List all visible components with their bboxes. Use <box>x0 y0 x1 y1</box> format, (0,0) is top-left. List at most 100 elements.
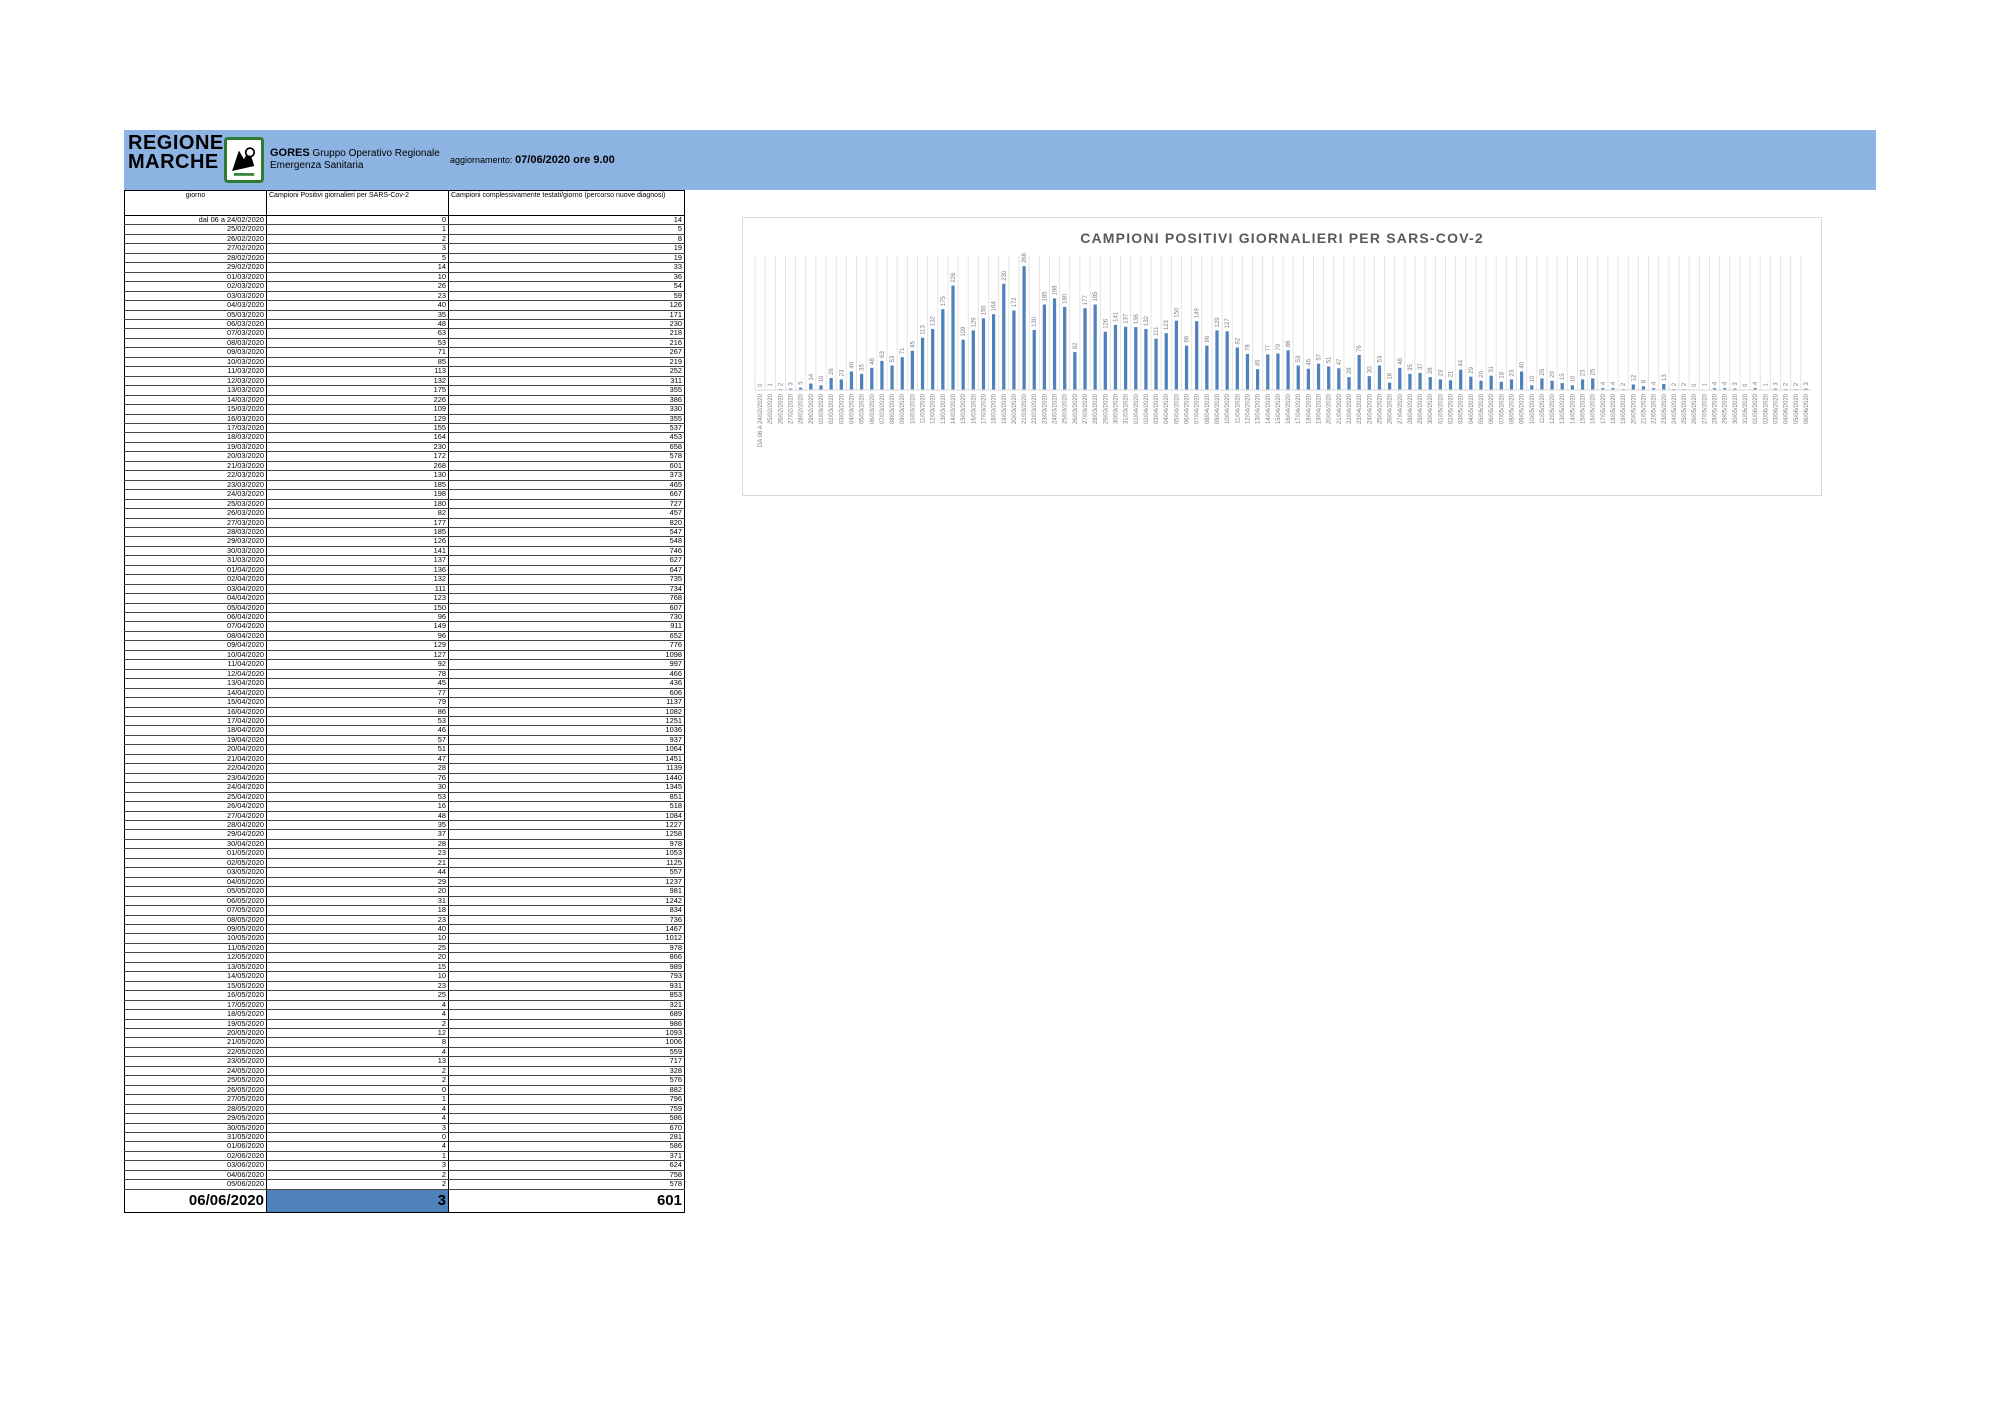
table-row: 01/06/2020 4 586 <box>124 1141 685 1152</box>
cell-day: 27/04/2020 <box>124 811 267 822</box>
cell-day: 18/04/2020 <box>124 725 267 736</box>
cell-day: 03/04/2020 <box>124 584 267 595</box>
cell-day: 15/05/2020 <box>124 981 267 992</box>
region-logo: REGIONE MARCHE <box>128 133 268 186</box>
table-row: 21/03/2020 268 601 <box>124 461 685 472</box>
cell-positives: 16 <box>266 801 449 812</box>
cell-day: 02/04/2020 <box>124 574 267 585</box>
gores-subtitle-2: Emergenza Sanitaria <box>270 160 364 171</box>
data-label: 2 <box>1682 382 1688 386</box>
data-label: 123 <box>1164 319 1170 330</box>
cell-day: 14/05/2020 <box>124 971 267 982</box>
data-label: 46 <box>1306 358 1312 365</box>
cell-tested: 1467 <box>448 924 685 935</box>
table-row: 10/04/2020 127 1098 <box>124 650 685 661</box>
chart-bar <box>1296 365 1300 390</box>
data-label: 48 <box>1398 357 1404 364</box>
cell-day: 05/05/2020 <box>124 886 267 897</box>
cell-positives: 130 <box>266 470 449 481</box>
chart-bar <box>971 330 975 390</box>
data-label: 137 <box>1124 313 1130 324</box>
table-row: 17/04/2020 53 1251 <box>124 716 685 727</box>
x-tick-label: 22/04/2020 <box>1347 393 1353 424</box>
cell-day: 04/06/2020 <box>124 1170 267 1181</box>
data-label: 1 <box>768 383 774 387</box>
cell-day: 20/05/2020 <box>124 1028 267 1039</box>
chart-bar <box>870 367 874 390</box>
table-row: 17/05/2020 4 321 <box>124 1000 685 1011</box>
x-tick-label: 18/04/2020 <box>1306 393 1312 424</box>
cell-tested: 601 <box>448 461 685 472</box>
cell-positives: 44 <box>266 867 449 878</box>
x-tick-label: 06/06/2020 <box>1804 393 1810 424</box>
update-value: 07/06/2020 ore 9.00 <box>515 154 615 166</box>
table-row: 26/03/2020 82 457 <box>124 508 685 519</box>
cell-day: 06/03/2020 <box>124 319 267 330</box>
data-label: 1 <box>1763 383 1769 387</box>
chart-bar <box>1255 369 1260 390</box>
cell-tested: 652 <box>448 631 685 642</box>
chart-bar <box>961 339 965 390</box>
cell-positives: 132 <box>266 376 449 387</box>
table-row: 01/04/2020 136 647 <box>124 565 685 576</box>
chart-bar <box>859 373 864 390</box>
cell-positives: 20 <box>266 952 449 963</box>
x-tick-label: 06/05/2020 <box>1489 393 1495 424</box>
table-row: 04/06/2020 2 758 <box>124 1170 685 1181</box>
x-tick-label: 15/05/2020 <box>1581 393 1587 424</box>
chart-bar <box>1448 380 1453 390</box>
cell-tested: 559 <box>448 1047 685 1058</box>
cell-day: 07/04/2020 <box>124 621 267 632</box>
cell-positives: 28 <box>266 839 449 850</box>
cell-tested: 321 <box>448 1000 685 1011</box>
chart-bar <box>1286 350 1290 390</box>
x-tick-label: 07/04/2020 <box>1195 393 1201 424</box>
table-row: 08/03/2020 53 216 <box>124 338 685 349</box>
table-row: 04/03/2020 40 126 <box>124 300 685 311</box>
cell-positives: 111 <box>266 584 449 595</box>
cell-tested: 216 <box>448 338 685 349</box>
x-tick-label: 17/03/2020 <box>981 393 987 424</box>
x-tick-label: 29/03/2020 <box>1103 393 1109 424</box>
x-tick-label: 27/02/2020 <box>789 393 795 424</box>
chart-bar <box>910 350 915 390</box>
cell-tested: 667 <box>448 489 685 500</box>
table-row: 29/04/2020 37 1258 <box>124 829 685 840</box>
table-row: 24/04/2020 30 1345 <box>124 782 685 793</box>
logo-line-2: MARCHE <box>128 151 219 173</box>
x-tick-label: 27/03/2020 <box>1083 393 1089 424</box>
x-tick-label: 25/03/2020 <box>1063 393 1069 424</box>
table-row: 02/06/2020 1 371 <box>124 1151 685 1162</box>
cell-day: 22/03/2020 <box>124 470 267 481</box>
cell-tested: 1064 <box>448 744 685 755</box>
data-label: 92 <box>1235 337 1241 344</box>
cell-tested: 670 <box>448 1123 685 1133</box>
cell-day: 14/04/2020 <box>124 688 267 699</box>
cell-day: 25/03/2020 <box>124 499 267 510</box>
cell-tested: 1084 <box>448 811 685 822</box>
x-tick-label: 07/03/2020 <box>880 393 886 424</box>
table-row: 05/06/2020 2 578 <box>124 1179 685 1190</box>
chart-container: CAMPIONI POSITIVI GIORNALIERI PER SARS-C… <box>742 217 1822 496</box>
cell-day: 06/04/2020 <box>124 612 267 623</box>
chart-bar <box>1570 385 1575 390</box>
cell-day: 20/03/2020 <box>124 451 267 462</box>
cell-tested: 606 <box>448 688 685 699</box>
cell-positives: 1 <box>266 224 449 235</box>
cell-positives: 137 <box>266 555 449 566</box>
table-row: 08/04/2020 96 652 <box>124 631 685 642</box>
cell-tested: 5 <box>448 224 685 235</box>
cell-tested: 54 <box>448 281 685 292</box>
cell-day: 12/05/2020 <box>124 952 267 963</box>
cell-tested: 1251 <box>448 716 685 727</box>
cell-tested: 267 <box>448 347 685 358</box>
cell-day: 26/02/2020 <box>124 234 267 245</box>
table-row: 23/03/2020 185 465 <box>124 480 685 491</box>
cell-day: 25/02/2020 <box>124 224 267 235</box>
table-row: 31/05/2020 0 281 <box>124 1132 685 1143</box>
data-label: 4 <box>1611 381 1617 385</box>
x-tick-label: 28/03/2020 <box>1093 393 1099 424</box>
cell-tested: 19 <box>448 243 685 254</box>
table-row: 30/05/2020 3 670 <box>124 1123 685 1133</box>
data-label: 180 <box>1063 293 1069 304</box>
